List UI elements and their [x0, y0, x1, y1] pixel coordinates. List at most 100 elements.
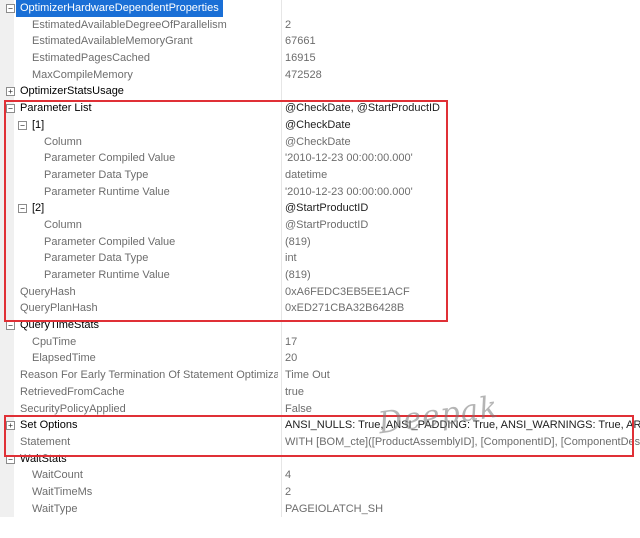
property-row[interactable]: − [2] @StartProductID	[0, 200, 640, 217]
collapse-icon[interactable]: −	[6, 321, 15, 331]
property-row[interactable]: RetrievedFromCache true	[0, 383, 640, 401]
property-value: WITH [BOM_cte]([ProductAssemblyID], [Com…	[285, 435, 640, 448]
property-row[interactable]: SecurityPolicyApplied False	[0, 400, 640, 418]
row-gutter	[0, 116, 14, 134]
property-row[interactable]: QueryHash 0xA6FEDC3EB5EE1ACF	[0, 283, 640, 301]
row-gutter	[0, 367, 14, 384]
property-row[interactable]: Parameter Data Type datetime	[0, 166, 640, 184]
column-divider[interactable]	[281, 0, 282, 17]
column-divider[interactable]	[281, 333, 282, 351]
column-divider[interactable]	[281, 267, 282, 284]
column-divider[interactable]	[281, 450, 282, 468]
column-divider[interactable]	[281, 500, 282, 518]
property-row[interactable]: − QueryTimeStats	[0, 317, 640, 334]
property-row[interactable]: Column @StartProductID	[0, 216, 640, 234]
column-divider[interactable]	[281, 300, 282, 318]
column-divider[interactable]	[281, 417, 282, 434]
property-row[interactable]: WaitType PAGEIOLATCH_SH	[0, 500, 640, 518]
property-value: 16915	[285, 52, 316, 65]
property-row[interactable]: + OptimizerStatsUsage	[0, 83, 640, 101]
property-value: @StartProductID	[285, 218, 369, 231]
property-row[interactable]: Parameter Data Type int	[0, 250, 640, 267]
column-divider[interactable]	[281, 283, 282, 301]
property-value: 2	[285, 18, 292, 31]
property-value: 4	[285, 469, 292, 482]
property-name: Set Options	[20, 419, 78, 432]
row-gutter	[0, 500, 14, 518]
property-row[interactable]: Reason For Early Termination Of Statemen…	[0, 367, 640, 384]
collapse-icon[interactable]: −	[6, 104, 15, 114]
column-divider[interactable]	[281, 50, 282, 67]
collapse-icon[interactable]: −	[6, 454, 15, 464]
row-gutter	[0, 183, 14, 201]
property-row[interactable]: WaitTimeMs 2	[0, 483, 640, 501]
column-divider[interactable]	[281, 216, 282, 234]
row-gutter	[0, 267, 14, 284]
expand-icon[interactable]: +	[6, 87, 15, 97]
column-divider[interactable]	[281, 66, 282, 84]
property-value: PAGEIOLATCH_SH	[285, 502, 384, 515]
property-value	[285, 0, 640, 17]
column-divider[interactable]	[281, 483, 282, 501]
column-divider[interactable]	[281, 350, 282, 368]
collapse-icon[interactable]: −	[18, 120, 27, 130]
column-divider[interactable]	[281, 183, 282, 201]
column-divider[interactable]	[281, 383, 282, 401]
row-gutter	[0, 300, 14, 318]
property-value: 2	[285, 485, 292, 498]
property-row[interactable]: − OptimizerHardwareDependentProperties	[0, 0, 640, 17]
property-row[interactable]: Column @CheckDate	[0, 133, 640, 151]
property-value	[285, 317, 640, 334]
property-row[interactable]: + Set Options ANSI_NULLS: True, ANSI_PADDI…	[0, 417, 640, 434]
property-row[interactable]: − Parameter List @CheckDate, @StartProduct…	[0, 100, 640, 117]
column-divider[interactable]	[281, 367, 282, 384]
column-divider[interactable]	[281, 433, 282, 451]
column-divider[interactable]	[281, 233, 282, 251]
property-row[interactable]: Parameter Runtime Value (819)	[0, 267, 640, 284]
row-gutter	[0, 16, 14, 34]
property-row[interactable]: Statement WITH [BOM_cte]([ProductAssembly…	[0, 433, 640, 451]
property-row[interactable]: EstimatedAvailableDegreeOfParallelism 2	[0, 16, 640, 34]
property-row[interactable]: EstimatedAvailableMemoryGrant 67661	[0, 33, 640, 51]
property-row[interactable]: Parameter Compiled Value (819)	[0, 233, 640, 251]
column-divider[interactable]	[281, 33, 282, 51]
property-name: Parameter Runtime Value	[44, 269, 170, 281]
property-value: 17	[285, 335, 298, 348]
property-name: Parameter Data Type	[44, 252, 149, 265]
property-value: Time Out	[285, 369, 330, 382]
property-name: [2]	[32, 202, 45, 215]
property-row[interactable]: EstimatedPagesCached 16915	[0, 50, 640, 67]
column-divider[interactable]	[281, 150, 282, 167]
column-divider[interactable]	[281, 166, 282, 184]
property-row[interactable]: ElapsedTime 20	[0, 350, 640, 368]
column-divider[interactable]	[281, 250, 282, 267]
property-value	[285, 451, 640, 468]
column-divider[interactable]	[281, 133, 282, 151]
property-name: CpuTime	[32, 335, 77, 348]
column-divider[interactable]	[281, 116, 282, 134]
property-row[interactable]: Parameter Compiled Value '2010-12-23 00:0…	[0, 150, 640, 167]
column-divider[interactable]	[281, 317, 282, 334]
property-row[interactable]: − WaitStats	[0, 450, 640, 468]
row-gutter	[0, 250, 14, 267]
column-divider[interactable]	[281, 83, 282, 101]
expand-icon[interactable]: +	[6, 421, 15, 431]
property-name: EstimatedPagesCached	[32, 52, 151, 65]
property-row[interactable]: QueryPlanHash 0xED271CBA32B6428B	[0, 300, 640, 318]
column-divider[interactable]	[281, 467, 282, 484]
property-row[interactable]: Parameter Runtime Value '2010-12-23 00:00…	[0, 183, 640, 201]
collapse-icon[interactable]: −	[18, 204, 27, 214]
column-divider[interactable]	[281, 16, 282, 34]
column-divider[interactable]	[281, 400, 282, 418]
property-value: true	[285, 385, 304, 398]
property-row[interactable]: CpuTime 17	[0, 333, 640, 351]
property-row[interactable]: − [1] @CheckDate	[0, 116, 640, 134]
column-divider[interactable]	[281, 100, 282, 117]
property-name: WaitType	[32, 502, 78, 515]
row-gutter	[0, 133, 14, 151]
property-name: Parameter Compiled Value	[44, 152, 176, 165]
property-row[interactable]: MaxCompileMemory 472528	[0, 66, 640, 84]
column-divider[interactable]	[281, 200, 282, 217]
collapse-icon[interactable]: −	[6, 4, 15, 13]
property-row[interactable]: WaitCount 4	[0, 467, 640, 484]
